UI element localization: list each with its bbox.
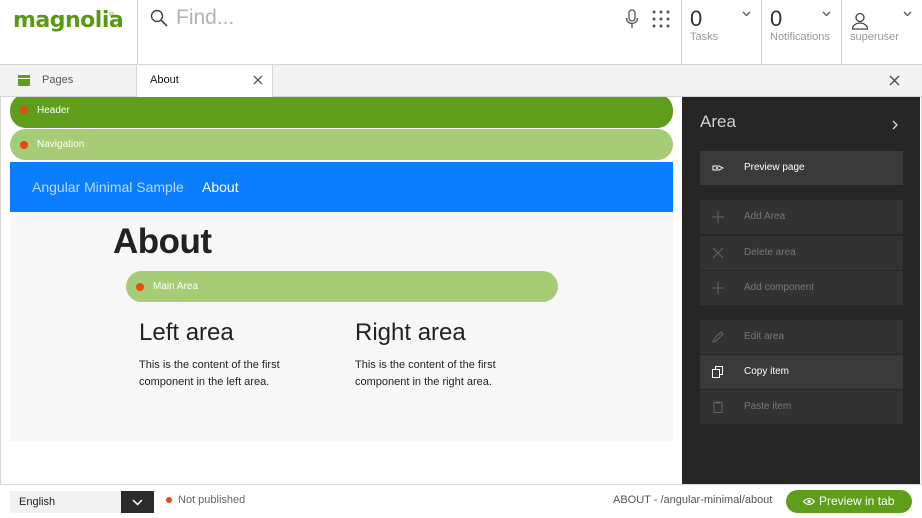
publish-status: Not published [178,494,246,506]
preview-in-tab-label: Preview in tab [819,494,895,508]
tasks-label: Tasks [690,31,719,43]
left-area-text: This is the content of the first compone… [139,359,280,388]
area-label: Main Area [153,281,199,292]
area-label: Header [37,105,70,116]
logo[interactable]: magnolia ® [0,0,138,65]
right-area-text: This is the content of the first compone… [355,359,496,388]
navbar-link-about[interactable]: About [202,179,239,195]
close-icon [712,247,724,259]
plus-icon [712,282,724,294]
page-path: ABOUT - /angular-minimal/about [613,494,773,506]
tab-about[interactable]: About [137,65,273,98]
tasks-count: 0 [690,6,703,31]
paste-item-button[interactable]: Paste item [700,390,903,424]
pages-icon [18,75,30,86]
eye-icon [803,498,815,505]
preview-page-button[interactable]: Preview page [700,151,903,185]
action-label: Paste item [744,401,792,412]
tab-pages-label: Pages [42,74,74,86]
clipboard-icon [713,401,723,413]
tab-bar: Pages About [0,65,922,98]
microphone-icon[interactable] [625,9,639,29]
action-label: Copy item [744,366,790,377]
left-area-component[interactable]: Left area This is the content of the fir… [139,319,329,391]
close-app-icon[interactable] [889,75,900,86]
copy-icon [712,366,723,378]
preview-icon [712,165,724,171]
action-label: Add Area [744,211,786,222]
area-status-dot [20,106,28,114]
plus-icon [712,211,724,223]
action-panel: Area Preview page Add Area Delete area A… [682,97,920,484]
site-navbar: Angular Minimal Sample About [10,162,673,212]
chevron-right-icon[interactable] [892,120,898,130]
tasks-indicator[interactable]: 0 Tasks [682,0,762,65]
area-label: Navigation [37,139,85,150]
action-label: Edit area [744,331,785,342]
logo-text: magnolia [13,8,124,33]
username: superuser [850,31,899,43]
right-area-heading: Right area [355,319,466,346]
add-area-button[interactable]: Add Area [700,200,903,234]
search-icon[interactable] [150,9,168,27]
publish-status-dot [166,497,172,503]
user-icon [851,12,869,30]
right-area-component[interactable]: Right area This is the content of the fi… [355,319,545,391]
copy-item-button[interactable]: Copy item [700,355,903,389]
action-label: Delete area [744,247,796,258]
add-component-button[interactable]: Add component [700,271,903,305]
status-bar: English Not published ABOUT - /angular-m… [0,484,922,518]
search-input[interactable] [176,4,616,32]
chevron-down-icon [132,499,143,506]
language-dropdown-button[interactable] [121,491,154,513]
language-value: English [19,496,56,508]
action-label: Preview page [744,162,805,173]
panel-title: Area [700,112,736,131]
user-menu[interactable]: superuser [842,0,922,65]
notifications-count: 0 [770,6,783,31]
preview-in-tab-button[interactable]: Preview in tab [786,490,912,513]
page-content: About Main Area Left area This is the co… [10,212,673,441]
app-launcher-grid-icon[interactable] [652,10,670,28]
notifications-indicator[interactable]: 0 Notifications [762,0,842,65]
area-status-dot [136,283,144,291]
chevron-down-icon [742,11,751,17]
top-bar: magnolia ® 0 Tasks 0 Notifications [0,0,922,65]
notifications-label: Notifications [770,31,830,43]
area-status-dot [20,141,28,149]
left-area-heading: Left area [139,319,234,346]
pencil-icon [712,331,724,343]
tab-about-label: About [150,74,179,86]
action-label: Add component [744,282,815,293]
search-bar [138,0,682,65]
area-bar-main[interactable]: Main Area [126,271,558,302]
page-preview: Header Navigation Angular Minimal Sample… [1,97,682,484]
edit-area-button[interactable]: Edit area [700,320,903,354]
chevron-down-icon [903,11,912,17]
language-select[interactable]: English [10,491,121,513]
navbar-brand[interactable]: Angular Minimal Sample [32,179,184,195]
area-bar-navigation[interactable]: Navigation [10,129,673,160]
chevron-down-icon [822,11,831,17]
registered-mark: ® [109,12,115,19]
close-tab-icon[interactable] [253,75,263,85]
page-title: About [113,222,212,261]
delete-area-button[interactable]: Delete area [700,236,903,270]
area-bar-header[interactable]: Header [10,97,673,128]
tab-pages[interactable]: Pages [0,65,137,97]
